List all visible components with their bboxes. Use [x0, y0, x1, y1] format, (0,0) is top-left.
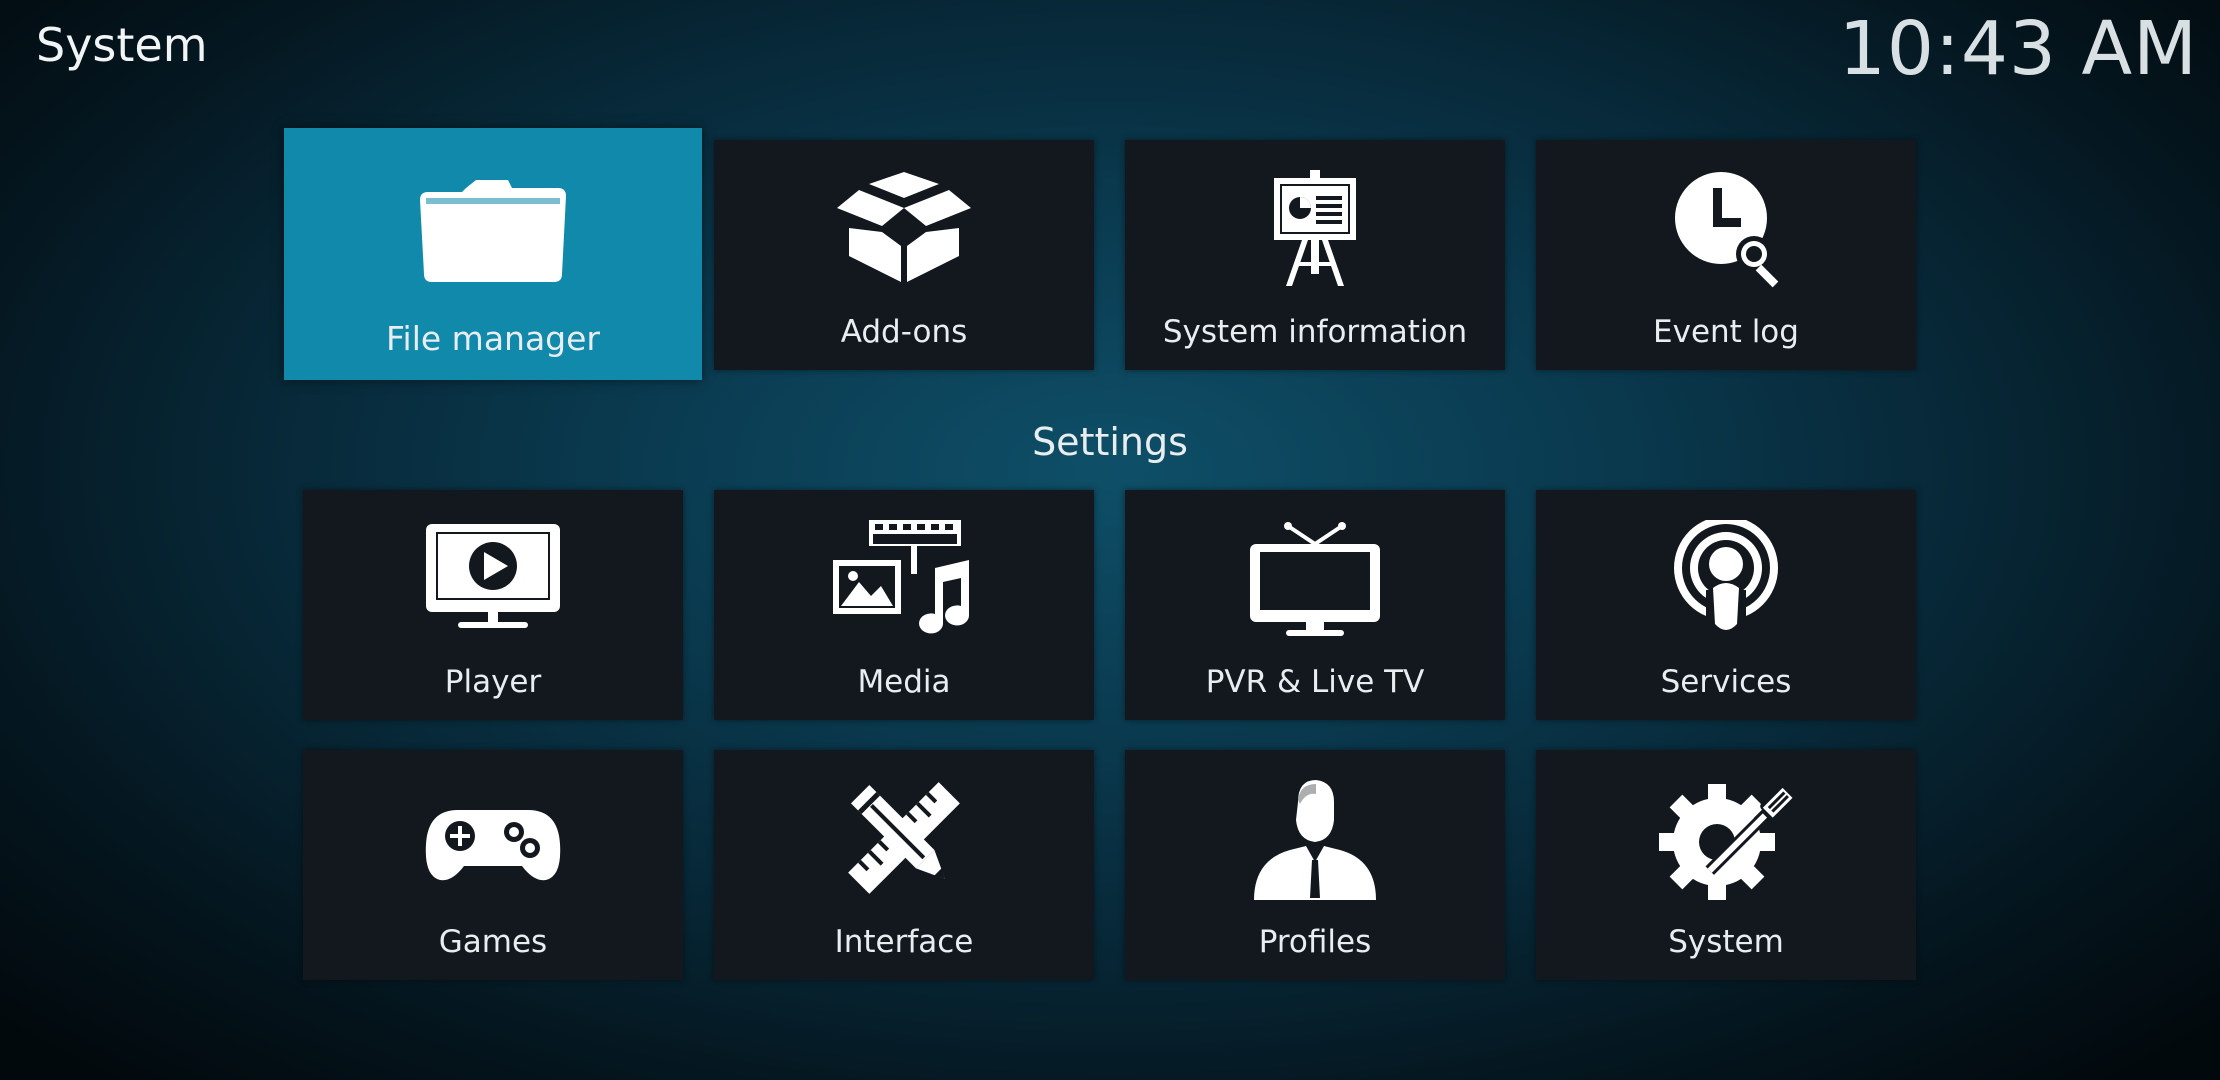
- tile-label: Media: [857, 664, 951, 700]
- settings-section-title: Settings: [1032, 420, 1188, 464]
- tile-interface[interactable]: Interface: [714, 750, 1094, 980]
- tile-file-manager[interactable]: File manager: [284, 128, 702, 380]
- pencil-ruler-icon: [829, 780, 979, 900]
- tile-label: PVR & Live TV: [1205, 664, 1425, 700]
- tile-label: Event log: [1653, 314, 1799, 350]
- gamepad-icon: [418, 780, 568, 900]
- tile-pvr-live-tv[interactable]: PVR & Live TV: [1125, 490, 1505, 720]
- tile-games[interactable]: Games: [303, 750, 683, 980]
- media-icon: [829, 520, 979, 640]
- podcast-icon: [1651, 520, 1801, 640]
- tile-event-log[interactable]: Event log: [1536, 140, 1916, 370]
- tile-label: System: [1668, 924, 1784, 960]
- tile-label: Profiles: [1258, 924, 1372, 960]
- person-icon: [1240, 780, 1390, 900]
- tile-label: File manager: [385, 319, 601, 358]
- tile-label: Services: [1660, 664, 1792, 700]
- tile-label: System information: [1162, 314, 1468, 350]
- clock-search-icon: [1651, 170, 1801, 290]
- clock: 10:43 AM: [1838, 6, 2198, 92]
- tile-label: Interface: [834, 924, 974, 960]
- tile-system[interactable]: System: [1536, 750, 1916, 980]
- tile-media[interactable]: Media: [714, 490, 1094, 720]
- tile-label: Add-ons: [840, 314, 968, 350]
- tile-services[interactable]: Services: [1536, 490, 1916, 720]
- presentation-icon: [1240, 170, 1390, 290]
- folder-icon: [418, 170, 568, 290]
- tile-label: Player: [444, 664, 542, 700]
- tile-add-ons[interactable]: Add-ons: [714, 140, 1094, 370]
- tile-system-information[interactable]: System information: [1125, 140, 1505, 370]
- tile-profiles[interactable]: Profiles: [1125, 750, 1505, 980]
- header-title: System: [36, 18, 208, 72]
- tile-label: Games: [438, 924, 548, 960]
- tile-player[interactable]: Player: [303, 490, 683, 720]
- box-icon: [829, 170, 979, 290]
- monitor-play-icon: [418, 520, 568, 640]
- tv-icon: [1240, 520, 1390, 640]
- gear-wrench-icon: [1651, 780, 1801, 900]
